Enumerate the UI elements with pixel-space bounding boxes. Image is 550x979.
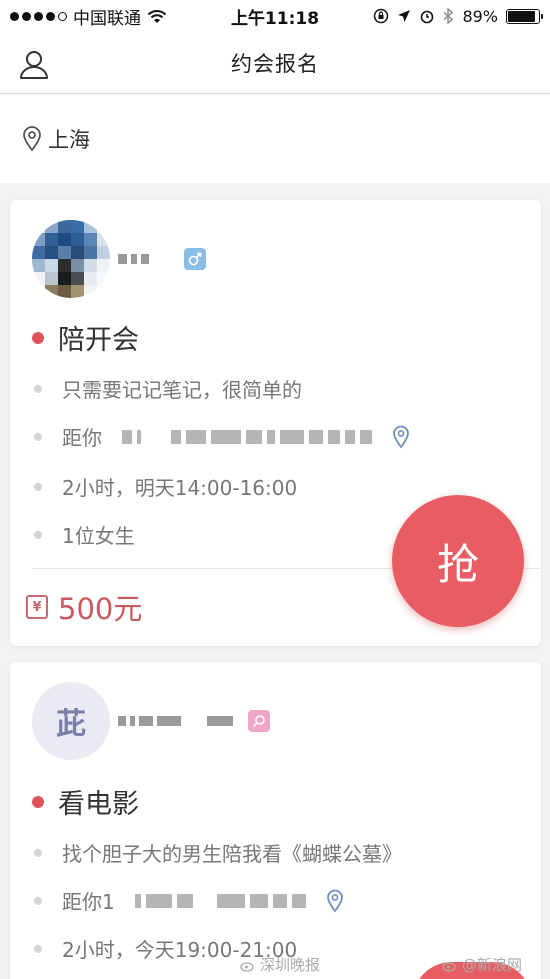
- bullet-icon: [34, 848, 42, 857]
- people-count: 1位女生: [62, 524, 135, 548]
- page-title: 约会报名: [231, 51, 319, 76]
- male-gender-badge: [184, 248, 206, 270]
- status-right: 89%: [350, 6, 543, 26]
- time-row: 2小时，明天14:00-16:00: [32, 472, 297, 501]
- distance-label: 距你1: [62, 890, 115, 914]
- avatar-initial: 茈: [56, 707, 86, 742]
- bullet-icon: [34, 432, 42, 441]
- status-left: 中国联通: [10, 4, 200, 29]
- alarm-icon: [421, 10, 434, 24]
- price-row: ¥ 500元: [26, 586, 142, 628]
- activity-title-row: 看电影: [32, 782, 139, 821]
- map-pin-icon[interactable]: [326, 889, 344, 913]
- description-row: 找个胆子大的男生陪我看《蝴蝶公墓》: [32, 838, 402, 867]
- battery-fill: [508, 10, 535, 22]
- battery-percent: 89%: [462, 6, 498, 26]
- bluetooth-icon: [443, 8, 454, 24]
- distance-redacted: [122, 429, 372, 444]
- bullet-icon: [34, 530, 42, 539]
- status-bar: 中国联通 上午11:18 89%: [0, 0, 550, 32]
- avatar[interactable]: [32, 220, 110, 298]
- distance-row: 距你1: [32, 886, 344, 915]
- female-icon: [252, 715, 265, 728]
- activity-title: 看电影: [58, 789, 139, 820]
- weibo-icon: [442, 961, 456, 972]
- status-time: 上午11:18: [230, 8, 320, 29]
- username-redacted: [118, 252, 149, 266]
- watermark-right-text: @新浪网: [462, 956, 523, 974]
- activity-title-row: 陪开会: [32, 318, 139, 357]
- wifi-icon: [147, 9, 167, 23]
- price-value: 500元: [58, 592, 143, 626]
- location-arrow-icon: [398, 10, 411, 22]
- battery-icon: [506, 8, 543, 24]
- location-city: 上海: [48, 128, 90, 152]
- username-redacted: [118, 714, 233, 728]
- weibo-icon: [240, 961, 254, 972]
- female-gender-badge: [248, 710, 270, 732]
- avatar-image: [32, 220, 110, 298]
- status-dot-icon: [32, 331, 44, 344]
- male-icon: [188, 252, 202, 266]
- bullet-icon: [34, 944, 42, 953]
- bullet-icon: [34, 482, 42, 491]
- grab-button[interactable]: 抢: [392, 495, 524, 627]
- map-pin-icon[interactable]: [392, 425, 410, 449]
- watermark-left-text: 深圳晚报: [260, 956, 321, 974]
- location-pin-icon: [23, 126, 41, 152]
- activity-time: 2小时，明天14:00-16:00: [62, 476, 298, 500]
- signal-strength-icon: [10, 11, 67, 21]
- distance-row: 距你: [32, 422, 410, 451]
- watermark-left: 深圳晚报: [240, 954, 320, 975]
- bullet-icon: [34, 896, 42, 905]
- activity-description: 只需要记记笔记，很简单的: [62, 378, 302, 402]
- avatar[interactable]: 茈: [32, 682, 110, 760]
- description-row: 只需要记记笔记，很简单的: [32, 374, 302, 403]
- status-dot-icon: [32, 795, 44, 808]
- distance-redacted: [134, 893, 306, 908]
- bullet-icon: [34, 384, 42, 393]
- date-request-card[interactable]: 茈 看电影 找个胆子大的男生陪我看《蝴蝶公墓》 距你1 2小时，今天19:00-: [10, 662, 541, 979]
- user-profile-icon[interactable]: [18, 48, 50, 80]
- location-selector[interactable]: 上海: [0, 95, 550, 183]
- nav-bar: 约会报名: [0, 32, 550, 94]
- watermark-right: @新浪网: [442, 954, 522, 975]
- people-row: 1位女生: [32, 520, 135, 549]
- rotation-lock-icon: [374, 8, 389, 24]
- activity-title: 陪开会: [58, 325, 139, 356]
- carrier-name: 中国联通: [73, 8, 141, 29]
- yuan-icon: ¥: [26, 595, 48, 619]
- activity-description: 找个胆子大的男生陪我看《蝴蝶公墓》: [62, 842, 402, 866]
- distance-label: 距你: [62, 426, 102, 450]
